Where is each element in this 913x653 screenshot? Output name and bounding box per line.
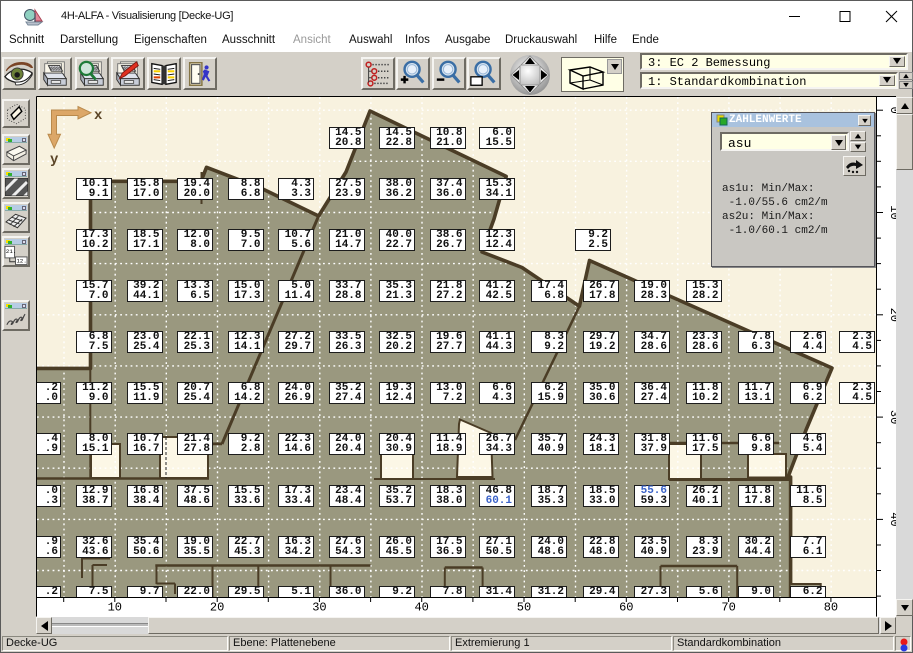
svg-text:10: 10	[108, 601, 122, 615]
svg-text:40: 40	[887, 512, 896, 526]
svg-text:10: 10	[887, 205, 896, 219]
svg-text:12.: 12.	[16, 258, 26, 265]
svg-text:30: 30	[312, 601, 326, 615]
svg-text:50: 50	[517, 601, 531, 615]
svg-text:40: 40	[414, 601, 428, 615]
svg-text:0: 0	[887, 107, 896, 114]
svg-text:60: 60	[619, 601, 633, 615]
svg-text:21.: 21.	[6, 248, 16, 255]
svg-text:80: 80	[824, 601, 838, 615]
svg-text:20: 20	[210, 601, 224, 615]
svg-text:20: 20	[887, 308, 896, 322]
svg-text:30: 30	[887, 410, 896, 424]
svg-text:y: y	[50, 152, 59, 168]
svg-text:x: x	[94, 108, 103, 124]
svg-text:70: 70	[721, 601, 735, 615]
